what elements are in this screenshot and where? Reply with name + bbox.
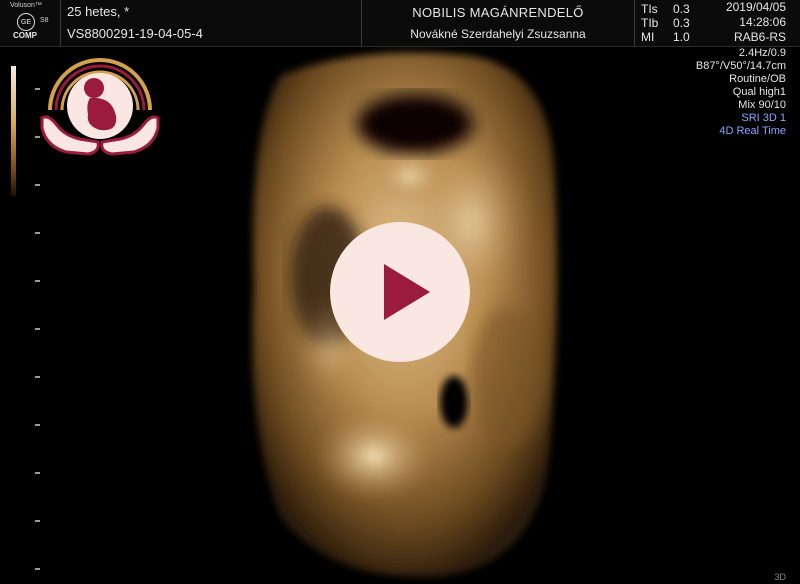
mode-corner-label: 3D bbox=[774, 572, 786, 582]
setting-mode: 4D Real Time bbox=[719, 125, 786, 137]
doctor-name: Novákné Szerdahelyi Zsuzsanna bbox=[410, 27, 586, 41]
brand-comp-label: COMP bbox=[13, 31, 37, 40]
patient-id: VS8800291-19-04-05-4 bbox=[67, 26, 203, 41]
depth-tick bbox=[35, 280, 40, 282]
depth-tick bbox=[35, 424, 40, 426]
brand-model-label: S8 bbox=[40, 17, 49, 24]
exam-date: 2019/04/05 bbox=[725, 0, 786, 14]
safety-params: TIs 0.3 TIb 0.3 MI 1.0 bbox=[635, 0, 705, 46]
patient-line: 25 hetes, * bbox=[67, 4, 130, 19]
play-button[interactable] bbox=[330, 222, 470, 362]
param-mi: MI 1.0 bbox=[641, 30, 690, 44]
depth-tick bbox=[35, 184, 40, 186]
depth-tick bbox=[35, 568, 40, 570]
color-scale-bar bbox=[11, 66, 16, 196]
param-tib: TIb 0.3 bbox=[641, 16, 690, 30]
fetus-hands-logo-icon bbox=[40, 58, 160, 156]
play-icon bbox=[384, 264, 430, 320]
date-time-block: 2019/04/05 14:28:06 RAB6-RS bbox=[726, 0, 786, 45]
clinic-block: NOBILIS MAGÁNRENDELŐ Novákné Szerdahelyi… bbox=[362, 0, 635, 46]
param-tis: TIs 0.3 bbox=[641, 2, 690, 16]
header-bar: Voluson™ GE S8 COMP 25 hetes, * VS880029… bbox=[0, 0, 800, 47]
setting-preset: Routine/OB bbox=[729, 73, 786, 85]
depth-tick bbox=[35, 328, 40, 330]
scan-settings: 2.4Hz/0.9 B87°/V50°/14.7cm Routine/OB Qu… bbox=[696, 47, 786, 138]
setting-sri: SRI 3D 1 bbox=[741, 112, 786, 124]
setting-mix: Mix 90/10 bbox=[738, 99, 786, 111]
patient-block: 25 hetes, * VS8800291-19-04-05-4 bbox=[61, 0, 362, 46]
setting-freq: 2.4Hz/0.9 bbox=[738, 47, 786, 59]
brand-small-label: Voluson™ bbox=[10, 2, 42, 9]
ge-logo-icon: GE bbox=[17, 13, 35, 31]
probe-name: RAB6-RS bbox=[733, 30, 786, 44]
setting-quality: Qual high1 bbox=[732, 86, 786, 98]
depth-tick bbox=[35, 232, 40, 234]
setting-angles: B87°/V50°/14.7cm bbox=[695, 60, 786, 72]
clinic-name: NOBILIS MAGÁNRENDELŐ bbox=[412, 5, 584, 20]
depth-tick bbox=[35, 472, 40, 474]
depth-tick bbox=[35, 520, 40, 522]
exam-time: 14:28:06 bbox=[739, 15, 786, 29]
depth-tick bbox=[35, 376, 40, 378]
brand-block: Voluson™ GE S8 COMP bbox=[0, 0, 61, 46]
